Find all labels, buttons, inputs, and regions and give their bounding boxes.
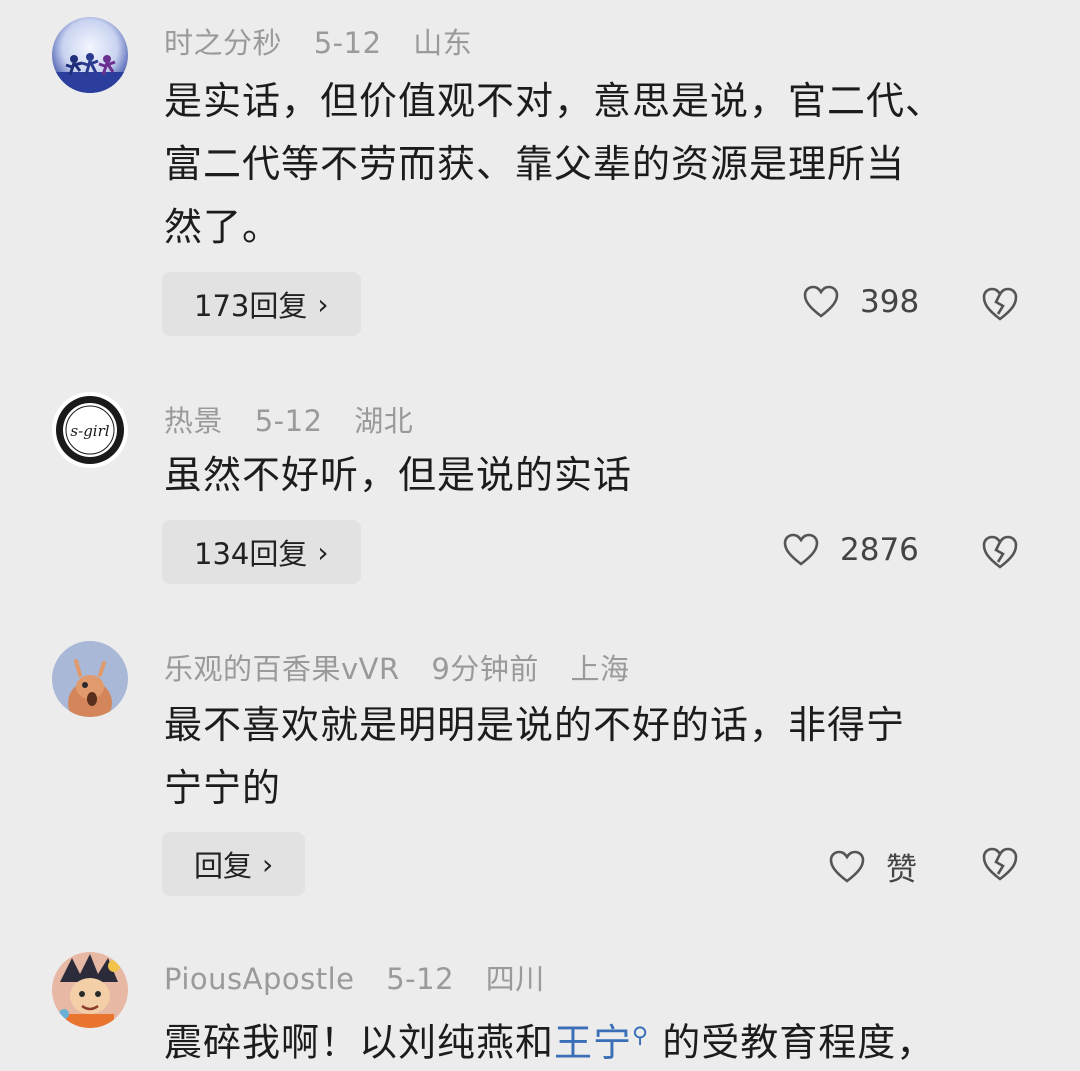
comment-text-segment: 震碎我啊！以刘纯燕和 bbox=[164, 1020, 555, 1065]
mention-link[interactable]: 王宁⚲ bbox=[554, 1021, 649, 1065]
comment-text: 虽然不好听，但是说的实话 bbox=[164, 444, 1004, 507]
like-count: 398 bbox=[860, 284, 920, 320]
comment-meta: PiousApostle 5-12 四川 bbox=[164, 956, 567, 998]
heart-icon bbox=[829, 850, 865, 883]
comment-text-line: 富二代等不劳而获、靠父辈的资源是理所当 bbox=[164, 142, 906, 186]
username[interactable]: PiousApostle bbox=[164, 962, 355, 996]
chevron-right-icon: › bbox=[317, 287, 329, 321]
comment-text-line: 最不喜欢就是明明是说的不好的话，非得宁 bbox=[164, 703, 906, 747]
reply-count-label: 134回复 bbox=[194, 537, 308, 571]
runners-avatar-icon bbox=[52, 17, 128, 93]
comment-text: 是实话，但价值观不对，意思是说，官二代、 富二代等不劳而获、靠父辈的资源是理所当… bbox=[164, 70, 1004, 259]
anime-character-avatar-icon bbox=[52, 952, 128, 1028]
s-girl-badge-avatar-icon: s-girl bbox=[52, 392, 128, 468]
chevron-right-icon: › bbox=[262, 847, 274, 881]
view-replies-button[interactable]: 回复 › bbox=[162, 832, 306, 896]
comment-meta: 热景 5-12 湖北 bbox=[164, 398, 435, 440]
avatar[interactable]: s-girl bbox=[52, 392, 128, 468]
avatar[interactable] bbox=[52, 952, 128, 1028]
username[interactable]: 时之分秒 bbox=[164, 26, 282, 60]
avatar[interactable] bbox=[52, 17, 128, 93]
view-replies-button[interactable]: 134回复 › bbox=[162, 520, 361, 584]
comment-location: 上海 bbox=[570, 652, 630, 686]
comment-location: 山东 bbox=[413, 26, 473, 60]
cartoon-creature-avatar-icon bbox=[52, 641, 128, 717]
comment-date: 5-12 bbox=[386, 962, 455, 996]
like-label: 赞 bbox=[886, 852, 917, 888]
comment-text-line: 虽然不好听，但是说的实话 bbox=[164, 453, 633, 497]
svg-text:s-girl: s-girl bbox=[70, 422, 109, 440]
heart-icon bbox=[803, 285, 839, 318]
comment-meta: 时之分秒 5-12 山东 bbox=[164, 20, 494, 62]
like-count: 2876 bbox=[840, 532, 919, 568]
search-icon: ⚲ bbox=[632, 1023, 650, 1048]
comment-text-line: 宁宁的 bbox=[164, 766, 282, 810]
comment-date: 9分钟前 bbox=[431, 652, 539, 686]
comment-feed: 时之分秒 5-12 山东 是实话，但价值观不对，意思是说，官二代、 富二代等不劳… bbox=[0, 0, 1080, 1071]
username[interactable]: 乐观的百香果vVR bbox=[164, 652, 400, 686]
mention-text: 王宁 bbox=[554, 1020, 633, 1065]
comment-meta: 乐观的百香果vVR 9分钟前 上海 bbox=[164, 646, 652, 688]
dislike-heart-icon[interactable] bbox=[980, 286, 1020, 322]
comment-date: 5-12 bbox=[313, 26, 382, 60]
dislike-heart-icon[interactable] bbox=[980, 846, 1020, 882]
avatar[interactable] bbox=[52, 641, 128, 717]
comment-text-line: 是实话，但价值观不对，意思是说，官二代、 bbox=[164, 79, 945, 123]
comment-location: 湖北 bbox=[354, 404, 414, 438]
comment-text: 震碎我啊！以刘纯燕和王宁⚲ 的受教育程度， bbox=[164, 1004, 1004, 1071]
comment-location: 四川 bbox=[485, 962, 545, 996]
like-button[interactable]: 398 bbox=[802, 284, 919, 320]
like-button[interactable]: 2876 bbox=[782, 532, 919, 568]
like-button[interactable]: 赞 bbox=[828, 844, 917, 889]
comment-text-line: 然了。 bbox=[164, 205, 282, 249]
heart-icon bbox=[783, 533, 819, 566]
reply-label: 回复 bbox=[194, 849, 253, 883]
dislike-heart-icon[interactable] bbox=[980, 534, 1020, 570]
reply-count-label: 173回复 bbox=[194, 289, 308, 323]
comment-text-segment: 的受教育程度， bbox=[649, 1020, 936, 1065]
comment-date: 5-12 bbox=[254, 404, 323, 438]
chevron-right-icon: › bbox=[317, 535, 329, 569]
view-replies-button[interactable]: 173回复 › bbox=[162, 272, 361, 336]
username[interactable]: 热景 bbox=[164, 404, 223, 438]
comment-text: 最不喜欢就是明明是说的不好的话，非得宁 宁宁的 bbox=[164, 694, 1004, 820]
